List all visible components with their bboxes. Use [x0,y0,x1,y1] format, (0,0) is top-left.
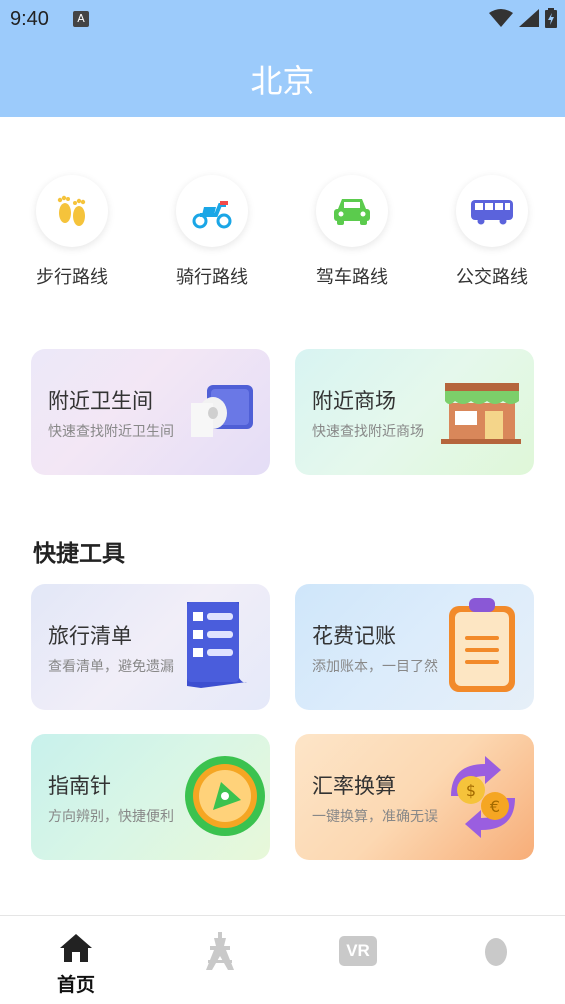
route-bus-button[interactable]: 公交路线 [432,175,552,289]
compass-icon [185,756,265,836]
status-indicators [489,8,557,28]
bus-icon [456,175,528,247]
header-bar: 9:40 A 北京 [0,0,565,117]
notification-badge-icon: A [73,11,89,27]
page-title: 北京 [250,62,315,100]
route-walk-button[interactable]: 步行路线 [12,175,132,289]
wifi-icon [489,9,513,27]
tab-home[interactable]: 首页 [16,932,136,997]
route-drive-button[interactable]: 驾车路线 [292,175,412,289]
nearby-toilet-card[interactable]: 附近卫生间 快速查找附近卫生间 [31,349,270,475]
card-subtitle: 查看清单，避免遗漏 [48,659,174,675]
nearby-mall-card[interactable]: 附近商场 快速查找附近商场 [295,349,534,475]
profile-icon [485,938,507,966]
route-drive-label: 驾车路线 [316,267,388,288]
store-icon [441,383,521,444]
route-bus-label: 公交路线 [456,267,528,288]
car-icon [316,175,388,247]
tab-home-label: 首页 [56,974,95,996]
card-subtitle: 快速查找附近商场 [312,424,424,440]
tab-profile[interactable] [436,932,556,974]
route-bike-label: 骑行路线 [176,267,248,288]
footprints-icon [36,175,108,247]
card-title: 汇率换算 [312,774,396,798]
tower-icon [206,932,234,970]
tool-compass-card[interactable]: 指南针 方向辨别，快捷便利 [31,734,270,860]
card-title: 花费记账 [312,624,396,648]
status-time: 9:40 [10,8,49,30]
card-title: 附近卫生间 [48,389,153,413]
tool-exchange-card[interactable]: 汇率换算 一键换算，准确无误 $ € [295,734,534,860]
tools-section-title: 快捷工具 [33,541,125,567]
toilet-paper-icon [191,385,253,437]
route-walk-label: 步行路线 [36,267,108,288]
tab-vr[interactable]: VR [298,932,418,966]
route-bike-button[interactable]: 骑行路线 [152,175,272,289]
clipboard-icon [449,598,515,692]
home-icon [60,934,92,962]
card-title: 附近商场 [312,389,396,413]
svg-text:€: € [490,797,500,816]
card-title: 旅行清单 [48,624,132,648]
svg-text:$: $ [466,781,476,800]
tool-accounting-card[interactable]: 花费记账 添加账本，一目了然 [295,584,534,710]
signal-icon [519,9,539,27]
tab-attractions[interactable] [160,932,280,976]
battery-icon [545,8,557,28]
tool-checklist-card[interactable]: 旅行清单 查看清单，避免遗漏 [31,584,270,710]
scooter-icon [176,175,248,247]
card-subtitle: 快速查找附近卫生间 [48,424,174,440]
card-subtitle: 添加账本，一目了然 [312,659,438,675]
currency-exchange-icon: $ € [451,756,515,838]
bottom-tab-bar: 首页 VR [0,915,565,1004]
card-subtitle: 方向辨别，快捷便利 [48,809,174,825]
card-subtitle: 一键换算，准确无误 [312,809,438,825]
checklist-icon [187,602,247,688]
vr-icon: VR [339,936,377,966]
card-title: 指南针 [48,774,111,798]
